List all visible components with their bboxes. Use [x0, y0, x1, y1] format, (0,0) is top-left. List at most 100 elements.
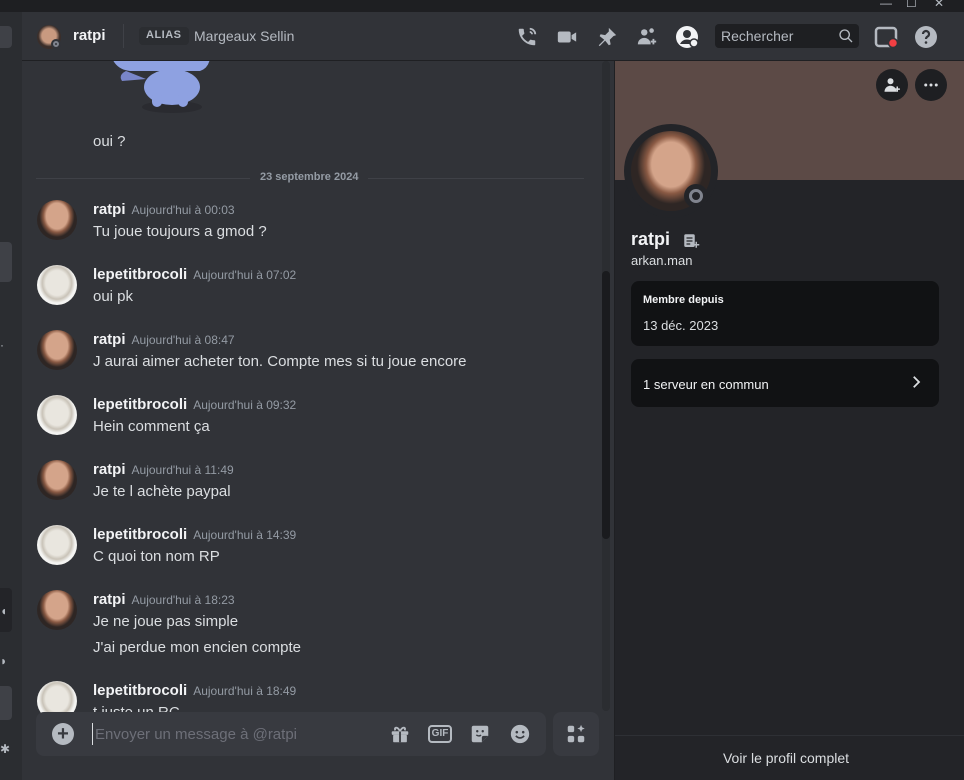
mutual-servers-label: 1 serveur en commun — [643, 377, 769, 392]
sidebar-item-selected[interactable] — [0, 242, 12, 282]
profile-avatar[interactable] — [624, 124, 718, 218]
avatar[interactable] — [37, 590, 77, 630]
upload-button[interactable]: + — [52, 723, 74, 745]
video-call-icon — [557, 31, 577, 43]
sidebar-item[interactable] — [0, 26, 12, 48]
help-button[interactable] — [913, 24, 939, 50]
discord-window: — ☐ ✕ · ◖ ◗ ✱ ratpi ALIAS Margeaux Selli… — [0, 0, 964, 780]
page-title: ratpi — [73, 27, 106, 44]
avatar[interactable] — [37, 330, 77, 370]
user-profile-panel: ratpi arkan.man Membre depuis 13 déc. 20… — [614, 61, 964, 780]
plus-icon: + — [57, 723, 69, 745]
help-icon — [915, 26, 937, 48]
message-list: oui ? 23 septembre 2024 ratpi Aujourd'hui… — [22, 61, 614, 780]
message-text: C quoi ton nom RP — [93, 548, 220, 565]
note-icon[interactable] — [682, 232, 700, 250]
scrollbar-thumb[interactable] — [602, 271, 610, 539]
sidebar-icon: · — [0, 338, 4, 352]
message-composer: + GIF — [36, 712, 546, 756]
gear-icon[interactable]: ✱ — [0, 742, 10, 756]
message-text: Hein comment ça — [93, 418, 210, 435]
maximize-button[interactable]: ☐ — [906, 0, 917, 10]
message-text: Je te l achète paypal — [93, 483, 231, 500]
avatar[interactable] — [37, 395, 77, 435]
mutual-servers-row[interactable]: 1 serveur en commun — [631, 359, 939, 407]
view-full-profile-link[interactable]: Voir le profil complet — [615, 750, 957, 766]
apps-button[interactable] — [553, 712, 599, 756]
add-friend-button[interactable] — [876, 69, 908, 101]
message-author[interactable]: lepetitbrocoli Aujourd'hui à 09:32 — [93, 396, 296, 413]
scrollbar[interactable] — [602, 61, 610, 711]
add-friend-icon — [884, 78, 900, 92]
gift-icon — [391, 726, 409, 743]
add-friends-to-dm-button[interactable] — [634, 24, 660, 50]
avatar[interactable] — [37, 265, 77, 305]
message-author[interactable]: ratpi Aujourd'hui à 00:03 — [93, 201, 235, 218]
user-profile-icon — [676, 26, 699, 48]
channel-header: ratpi ALIAS Margeaux Sellin — [22, 12, 964, 61]
pinned-messages-button[interactable] — [594, 24, 620, 50]
message-text: oui ? — [93, 133, 126, 150]
message-timestamp: Aujourd'hui à 14:39 — [193, 528, 297, 542]
message-author[interactable]: ratpi Aujourd'hui à 08:47 — [93, 331, 235, 348]
sidebar-item[interactable] — [0, 686, 12, 720]
sidebar-strip: · ◖ ◗ ✱ — [0, 12, 22, 780]
divider — [123, 24, 124, 48]
alias-name: Margeaux Sellin — [194, 28, 295, 44]
message-timestamp: Aujourd'hui à 18:49 — [193, 684, 297, 698]
chevron-right-icon — [913, 376, 921, 388]
window-titlebar: — ☐ ✕ — [0, 0, 964, 12]
message-author[interactable]: ratpi Aujourd'hui à 18:23 — [93, 591, 235, 608]
emoji-button[interactable] — [508, 722, 532, 746]
minimize-button[interactable]: — — [880, 0, 892, 10]
gift-button[interactable] — [388, 722, 412, 746]
message-timestamp: Aujourd'hui à 07:02 — [193, 268, 297, 282]
message-text: Tu joue toujours a gmod ? — [93, 223, 267, 240]
date-divider-label: 23 septembre 2024 — [250, 171, 369, 183]
search-input[interactable] — [715, 24, 835, 48]
search-icon[interactable] — [838, 28, 854, 44]
video-call-button[interactable] — [554, 24, 580, 50]
pin-icon — [598, 27, 617, 47]
profile-display-name: ratpi — [631, 229, 671, 249]
voice-call-button[interactable] — [514, 24, 540, 50]
voice-call-icon — [518, 27, 537, 46]
apps-icon — [567, 724, 585, 743]
sticker-button[interactable] — [468, 722, 492, 746]
inbox-icon — [874, 26, 898, 49]
headset-icon[interactable]: ◖ — [0, 604, 10, 618]
alias-badge: ALIAS — [139, 27, 189, 45]
member-since-card: Membre depuis 13 déc. 2023 — [631, 281, 939, 346]
avatar[interactable] — [37, 200, 77, 240]
phone-icon[interactable]: ◗ — [0, 654, 10, 668]
more-options-button[interactable] — [915, 69, 947, 101]
avatar[interactable] — [37, 460, 77, 500]
message-text: Je ne joue pas simple — [93, 613, 239, 630]
message-timestamp: Aujourd'hui à 00:03 — [131, 203, 235, 217]
avatar[interactable] — [37, 525, 77, 565]
wumpus-sticker — [113, 61, 210, 113]
close-button[interactable]: ✕ — [934, 0, 944, 10]
member-since-value: 13 déc. 2023 — [643, 318, 719, 333]
more-icon — [924, 83, 938, 87]
message-author[interactable]: lepetitbrocoli Aujourd'hui à 14:39 — [93, 526, 296, 543]
message-timestamp: Aujourd'hui à 08:47 — [131, 333, 235, 347]
message-author[interactable]: lepetitbrocoli Aujourd'hui à 18:49 — [93, 682, 296, 699]
message-author[interactable]: lepetitbrocoli Aujourd'hui à 07:02 — [93, 266, 296, 283]
message-timestamp: Aujourd'hui à 18:23 — [131, 593, 235, 607]
search-box[interactable] — [715, 24, 859, 48]
user-profile-toggle[interactable] — [674, 24, 700, 50]
message-timestamp: Aujourd'hui à 11:49 — [131, 463, 234, 477]
add-friend-icon — [637, 28, 657, 45]
member-since-label: Membre depuis — [643, 294, 724, 306]
sticker-icon — [471, 725, 489, 743]
message-text: oui pk — [93, 288, 134, 305]
emoji-icon — [510, 724, 530, 744]
profile-username: arkan.man — [631, 253, 693, 268]
message-author[interactable]: ratpi Aujourd'hui à 11:49 — [93, 461, 234, 478]
message-input[interactable] — [92, 723, 372, 745]
message-timestamp: Aujourd'hui à 09:32 — [193, 398, 297, 412]
message-text: J aurai aimer acheter ton. Compte mes si… — [93, 353, 467, 370]
inbox-button[interactable] — [873, 24, 899, 50]
gif-button[interactable]: GIF — [427, 722, 453, 746]
